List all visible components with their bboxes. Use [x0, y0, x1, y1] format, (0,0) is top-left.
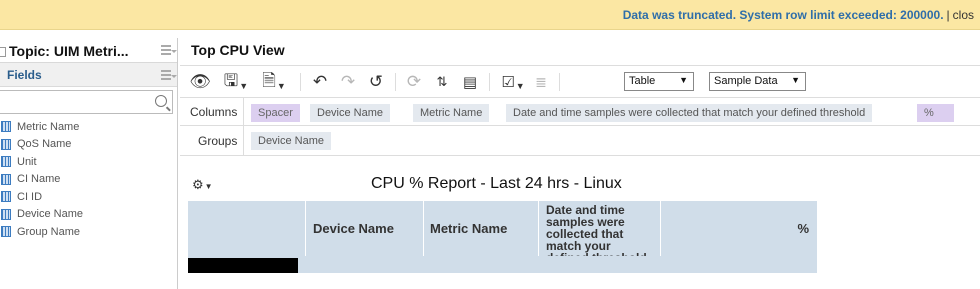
field-search-input[interactable] — [0, 90, 173, 114]
fields-menu-icon[interactable] — [161, 70, 177, 81]
field-icon — [1, 208, 11, 220]
chevron-down-icon: ▼ — [791, 75, 800, 85]
group-chip[interactable]: Device Name — [251, 132, 332, 150]
view-type-select[interactable]: Table ▼ — [624, 72, 694, 91]
eye-icon[interactable]: 👁 — [189, 72, 211, 92]
toolbar: 👁 🖫 ▼ 🗎 ▼ ↶ ↷ ↺ ⟳ ⇅ ▤ ☑ ▼ ≣ Table ▼ Sample D… — [180, 65, 980, 98]
field-list: Metric Name QoS Name Unit CI Name CI ID … — [0, 118, 177, 241]
save-icon[interactable]: 🖫 ▼ — [220, 71, 252, 92]
topic-header: Topic: UIM Metri... — [0, 38, 177, 63]
fields-label: Fields — [7, 68, 42, 82]
banner-message: Data was truncated. System row limit exc… — [622, 8, 944, 22]
field-icon — [1, 121, 11, 133]
column-chip[interactable]: Device Name — [310, 104, 391, 122]
report-area: ⚙▼ CPU % Report - Last 24 hrs - Linux De… — [180, 158, 980, 289]
field-item[interactable]: Unit — [0, 153, 177, 171]
view-title: Top CPU View — [191, 42, 285, 58]
properties-icon[interactable]: ▤ — [460, 72, 480, 92]
field-item[interactable]: QoS Name — [0, 136, 177, 154]
column-header-metric-name[interactable]: Metric Name — [424, 201, 539, 256]
sort-icon[interactable]: ⇅ — [432, 72, 452, 92]
table-header-row: Device Name Metric Name Date and time sa… — [188, 201, 817, 264]
field-item[interactable]: Group Name — [0, 223, 177, 241]
topic-menu-icon[interactable] — [161, 45, 177, 56]
chevron-down-icon: ▼ — [679, 75, 688, 85]
view-editor: Top CPU View 👁 🖫 ▼ 🗎 ▼ ↶ ↷ ↺ ⟳ ⇅ ▤ ☑ ▼ ≣ Ta… — [180, 38, 980, 289]
field-item[interactable]: Metric Name — [0, 118, 177, 136]
column-header-date-time[interactable]: Date and time samples were collected tha… — [539, 201, 661, 264]
report-title: CPU % Report - Last 24 hrs - Linux — [371, 175, 622, 192]
redacted-cell — [188, 258, 298, 273]
truncation-banner: Data was truncated. System row limit exc… — [0, 0, 980, 30]
columns-label: Columns — [190, 105, 238, 119]
banner-close-link[interactable]: clos — [953, 8, 974, 22]
refresh-icon: ⟳ — [406, 72, 422, 91]
collapse-icon[interactable] — [0, 47, 6, 57]
undo-icon[interactable]: ↶ — [310, 72, 330, 92]
checkbox-icon[interactable]: ☑ ▼ — [498, 72, 528, 92]
field-item[interactable]: Device Name — [0, 206, 177, 224]
field-icon — [1, 173, 11, 185]
column-chip[interactable]: Date and time samples were collected tha… — [506, 104, 873, 122]
field-item[interactable]: CI ID — [0, 188, 177, 206]
field-item[interactable]: CI Name — [0, 171, 177, 189]
redo-icon: ↷ — [340, 72, 356, 91]
table-row[interactable] — [188, 256, 817, 273]
field-icon — [1, 191, 11, 203]
banner-separator: | — [946, 8, 950, 22]
column-header-device-name[interactable]: Device Name — [306, 201, 424, 256]
field-icon — [1, 226, 11, 238]
search-icon[interactable] — [155, 95, 167, 107]
column-header-percent[interactable]: % — [661, 201, 817, 256]
gear-icon[interactable]: ⚙▼ — [192, 177, 213, 193]
topic-panel: Topic: UIM Metri... Fields Metric Name Q… — [0, 38, 178, 289]
field-icon — [1, 156, 11, 168]
columns-drop-zone: Columns Spacer Device Name Metric Name D… — [180, 98, 980, 126]
groups-label: Groups — [198, 134, 238, 148]
column-chip[interactable]: Spacer — [251, 104, 300, 122]
data-source-select[interactable]: Sample Data ▼ — [709, 72, 806, 91]
report-table: Device Name Metric Name Date and time sa… — [188, 201, 817, 273]
field-icon — [1, 138, 11, 150]
topic-title: Topic: UIM Metri... — [9, 43, 129, 59]
fields-header: Fields — [0, 63, 177, 87]
filter-icon: ≣ — [535, 73, 547, 90]
export-icon[interactable]: 🗎 ▼ — [258, 71, 290, 92]
column-chip[interactable]: Metric Name — [413, 104, 490, 122]
column-header-spacer[interactable] — [188, 201, 306, 256]
column-chip[interactable]: % — [917, 104, 954, 122]
reset-icon[interactable]: ↺ — [366, 72, 386, 92]
groups-drop-zone: Groups Device Name — [180, 126, 980, 156]
